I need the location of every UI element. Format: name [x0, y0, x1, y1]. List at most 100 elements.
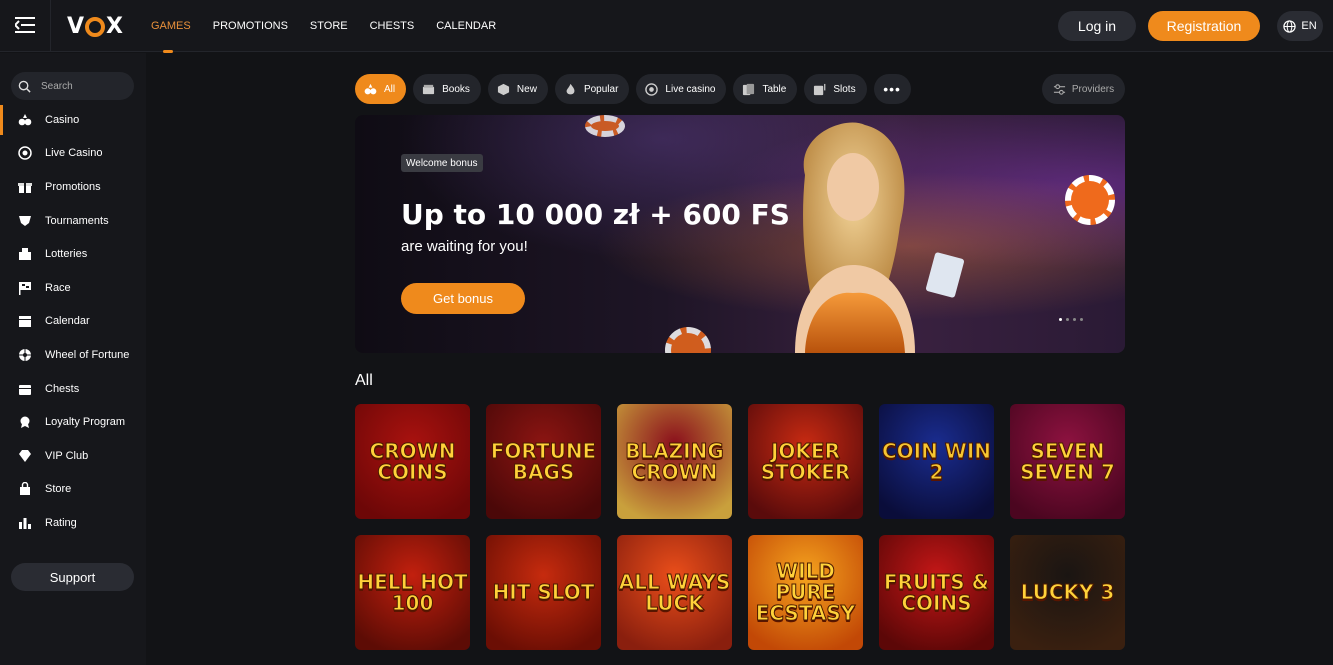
carousel-dot[interactable]: [1059, 318, 1062, 321]
sidebar-item-lotteries[interactable]: Lotteries: [0, 237, 146, 271]
sidebar-item-store[interactable]: Store: [0, 473, 146, 507]
game-tile[interactable]: FRUITS & COINS: [879, 535, 994, 650]
sidebar-item-label: Tournaments: [45, 214, 109, 227]
rating-bars-icon: [18, 516, 32, 530]
filter-books[interactable]: Books: [413, 74, 481, 104]
sidebar-item-rating[interactable]: Rating: [0, 506, 146, 540]
nav-games[interactable]: GAMES: [151, 0, 191, 53]
game-tile[interactable]: HIT SLOT: [486, 535, 601, 650]
nav-promotions[interactable]: PROMOTIONS: [213, 0, 288, 52]
casino-icon: [18, 113, 32, 127]
filter-label: Slots: [833, 83, 856, 95]
get-bonus-button[interactable]: Get bonus: [401, 283, 525, 314]
sidebar-item-race[interactable]: Race: [0, 271, 146, 305]
menu-collapse-button[interactable]: [10, 10, 40, 40]
filter-live-casino[interactable]: Live casino: [636, 74, 727, 104]
filter-slots[interactable]: Slots: [804, 74, 867, 104]
carousel-dots: [1059, 318, 1083, 321]
game-tile[interactable]: BLAZING CROWN: [617, 404, 732, 519]
language-code: EN: [1301, 20, 1317, 32]
sidebar-item-calendar[interactable]: Calendar: [0, 305, 146, 339]
sidebar-item-loyalty-program[interactable]: Loyalty Program: [0, 405, 146, 439]
game-tile[interactable]: COIN WIN 2: [879, 404, 994, 519]
filter-label: Books: [442, 83, 470, 95]
filter-new[interactable]: New: [487, 74, 548, 104]
wheel-icon: [18, 348, 32, 362]
sidebar-item-label: Store: [45, 483, 72, 496]
logo-chip-icon: [85, 16, 106, 37]
main-nav: GAMES PROMOTIONS STORE CHESTS CALENDAR: [151, 0, 518, 53]
sidebar-item-casino[interactable]: Casino: [0, 103, 146, 137]
top-bar: V X GAMES PROMOTIONS STORE CHESTS CALEND…: [0, 0, 1333, 53]
slot-machine-icon: [813, 83, 826, 96]
sidebar-item-label: VIP Club: [45, 449, 89, 462]
registration-button[interactable]: Registration: [1148, 11, 1260, 41]
lotteries-icon: [18, 247, 32, 261]
game-tile[interactable]: CROWN COINS: [355, 404, 470, 519]
sliders-icon: [1053, 83, 1065, 95]
sidebar-item-label: Race: [45, 281, 71, 294]
providers-label: Providers: [1071, 83, 1115, 95]
race-flag-icon: [18, 281, 32, 295]
game-grid: CROWN COINS FORTUNE BAGS BLAZING CROWN JOKE…: [355, 404, 1125, 650]
game-tile[interactable]: LUCKY 3: [1010, 535, 1125, 650]
game-tile[interactable]: SEVEN SEVEN 7: [1010, 404, 1125, 519]
game-title: JOKER STOKER: [760, 438, 851, 484]
cube-icon: [497, 83, 510, 96]
chip-decoration: [1065, 175, 1115, 225]
game-tile[interactable]: WILD PURE ECSTASY: [748, 535, 863, 650]
game-title: BLAZING CROWN: [625, 438, 725, 484]
filter-label: New: [516, 83, 537, 95]
diamond-icon: [18, 449, 32, 463]
search-box[interactable]: [11, 72, 134, 100]
sidebar-item-label: Casino: [45, 113, 80, 126]
providers-button[interactable]: Providers: [1042, 74, 1125, 104]
filter-label: Popular: [583, 83, 619, 95]
filter-all[interactable]: All: [355, 74, 407, 104]
vox-logo[interactable]: V X: [67, 14, 123, 39]
filter-popular[interactable]: Popular: [554, 74, 630, 104]
carousel-dot[interactable]: [1080, 318, 1083, 321]
game-title: SEVEN SEVEN 7: [1020, 438, 1116, 484]
nav-calendar[interactable]: CALENDAR: [436, 0, 496, 52]
game-tile[interactable]: ALL WAYS LUCK: [617, 535, 732, 650]
promo-banner[interactable]: Welcome bonus Up to 10 000 zł + 600 FS a…: [355, 115, 1125, 353]
loyalty-icon: [18, 415, 32, 429]
calendar-icon: [18, 314, 32, 328]
support-button[interactable]: Support: [11, 563, 134, 591]
sidebar-item-live-casino[interactable]: Live Casino: [0, 137, 146, 171]
books-icon: [422, 83, 435, 96]
game-title: HELL HOT 100: [357, 569, 468, 615]
category-filters: All Books New Popular Live casino Table …: [355, 74, 911, 104]
search-icon: [18, 80, 31, 93]
nav-store[interactable]: STORE: [310, 0, 348, 52]
carousel-dot[interactable]: [1073, 318, 1076, 321]
more-filters-button[interactable]: •••: [873, 74, 911, 104]
header-divider: [50, 0, 51, 52]
game-tile[interactable]: JOKER STOKER: [748, 404, 863, 519]
sidebar-item-label: Chests: [45, 382, 80, 395]
sidebar-item-label: Rating: [45, 516, 77, 529]
game-title: ALL WAYS LUCK: [618, 569, 731, 615]
sidebar-item-label: Live Casino: [45, 147, 103, 160]
sidebar-item-promotions[interactable]: Promotions: [0, 170, 146, 204]
logo-letter-x: X: [106, 14, 123, 39]
sidebar-item-label: Loyalty Program: [45, 416, 126, 429]
login-button[interactable]: Log in: [1058, 11, 1136, 41]
filter-table[interactable]: Table: [733, 74, 798, 104]
sidebar-item-vip-club[interactable]: VIP Club: [0, 439, 146, 473]
search-input[interactable]: [41, 80, 121, 92]
section-title: All: [355, 372, 373, 389]
sidebar-item-tournaments[interactable]: Tournaments: [0, 204, 146, 238]
game-title: CROWN COINS: [369, 438, 456, 484]
globe-icon: [1283, 19, 1297, 33]
tournaments-icon: [18, 214, 32, 228]
carousel-dot[interactable]: [1066, 318, 1069, 321]
store-bag-icon: [18, 482, 32, 496]
sidebar-item-wheel-of-fortune[interactable]: Wheel of Fortune: [0, 338, 146, 372]
game-tile[interactable]: HELL HOT 100: [355, 535, 470, 650]
language-selector[interactable]: EN: [1277, 11, 1323, 41]
game-tile[interactable]: FORTUNE BAGS: [486, 404, 601, 519]
nav-chests[interactable]: CHESTS: [370, 0, 415, 52]
sidebar-item-chests[interactable]: Chests: [0, 372, 146, 406]
